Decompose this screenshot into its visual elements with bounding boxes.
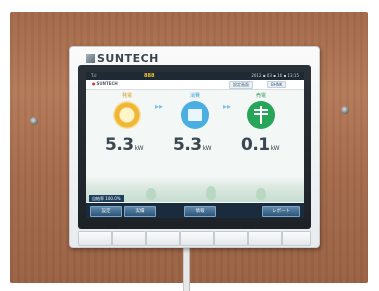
hardware-button-2[interactable] [112,231,146,246]
sell-value: 0.1kW [241,135,280,155]
hardware-button-3[interactable] [146,231,180,246]
tab-bhnk[interactable]: BHNK [267,81,287,88]
ratio-label: 自給率 [92,196,104,201]
tree-icon [256,188,266,200]
ratio-value: 100.0% [105,196,121,201]
screen-brand-text: SUNTECH [96,81,118,86]
photo-scene: SUNTECH T.ıl 888 2012 ▪ 03 ▪ 16 ▪ 13:15 … [0,0,379,291]
hardware-button-row [78,231,311,246]
consumption-number: 5.3 [173,135,202,155]
brand-text: SUNTECH [97,52,159,65]
consumption-label: 消費 [189,93,200,99]
screen-brand: ●SUNTECH [92,81,118,86]
consumption-unit: kW [202,145,212,152]
wall-screw-left [30,117,38,125]
display-screen: T.ıl 888 2012 ▪ 03 ▪ 16 ▪ 13:15 ●SUNTECH… [86,72,304,218]
sell-label: 売電 [255,93,266,99]
status-bar: T.ıl 888 2012 ▪ 03 ▪ 16 ▪ 13:15 [86,72,304,80]
tree-icon [206,186,216,200]
signal-indicator: T.ıl [91,73,97,78]
device-logo: SUNTECH [86,52,159,65]
tree-icon [146,188,156,200]
house-icon [181,101,209,129]
self-sufficiency-ratio: 自給率 100.0% [89,195,124,202]
results-button[interactable]: 実績 [124,206,156,217]
hardware-button-6[interactable] [248,231,282,246]
sun-icon [113,101,141,129]
info-button[interactable]: 情報 [184,206,216,217]
status-datetime: 2012 ▪ 03 ▪ 16 ▪ 13:15 [251,73,299,78]
soft-button-bar: 設定 実績 情報 レポート [86,203,304,218]
settings-button[interactable]: 設定 [90,206,122,217]
sell-number: 0.1 [241,135,270,155]
hardware-button-5[interactable] [214,231,248,246]
logo-mark-icon [86,54,95,63]
tab-settings-screen[interactable]: 設定画面 [229,81,253,89]
sell-column: 売電 [231,92,291,129]
screen-top-bar: ●SUNTECH 設定画面 BHNK [86,80,304,90]
consumption-value: 5.3kW [173,135,212,155]
wall-screw-right [341,106,349,114]
arrow-right-icon: ▸▸ [155,102,164,111]
sell-unit: kW [270,145,280,152]
consumption-column: 消費 [165,92,225,129]
generation-column: 発電 [97,92,157,129]
brand-mark-icon: ● [92,81,96,86]
generation-label: 発電 [121,93,132,99]
hardware-button-7[interactable] [282,231,311,246]
generation-unit: kW [134,145,144,152]
solar-monitor-device: SUNTECH T.ıl 888 2012 ▪ 03 ▪ 16 ▪ 13:15 … [69,46,320,248]
generation-value: 5.3kW [105,135,144,155]
power-cable [183,243,190,291]
power-grid-icon [247,101,275,129]
report-button[interactable]: レポート [262,206,300,217]
hardware-button-4[interactable] [180,231,214,246]
arrow-right-icon: ▸▸ [223,102,232,111]
hardware-button-1[interactable] [78,231,112,246]
status-digits: 888 [144,73,155,79]
generation-number: 5.3 [105,135,134,155]
